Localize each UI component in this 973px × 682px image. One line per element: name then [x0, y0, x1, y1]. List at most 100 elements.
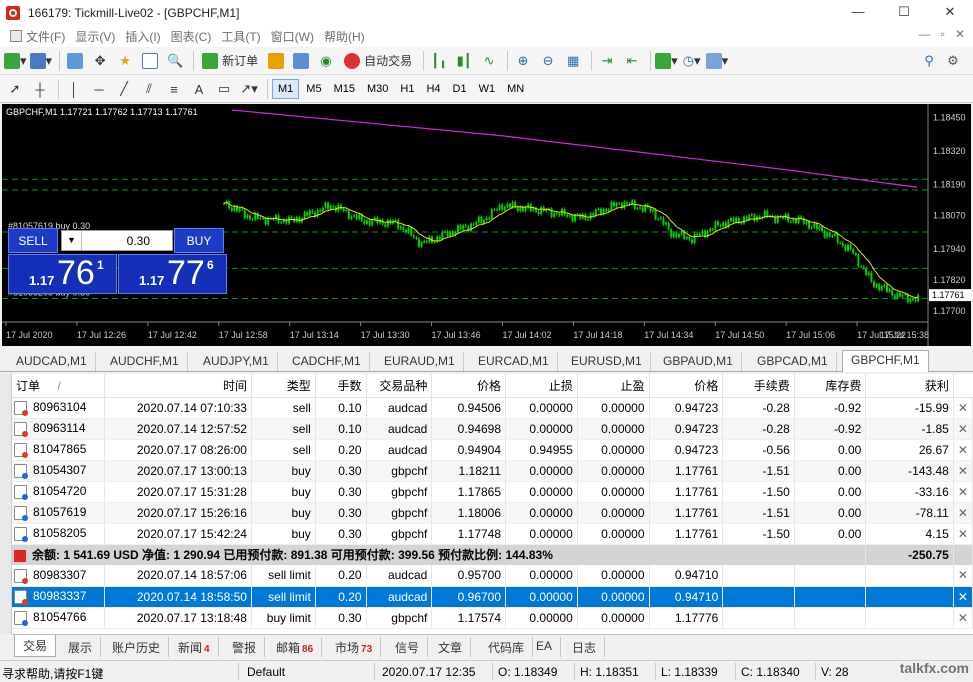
- minimize-button[interactable]: —: [835, 0, 881, 25]
- text-button[interactable]: A: [188, 78, 210, 100]
- table-row[interactable]: 81054720 2020.07.17 15:31:28 buy 0.30 gbpchf…: [12, 481, 973, 503]
- maximize-button[interactable]: ☐: [881, 0, 927, 25]
- buy-button[interactable]: BUY: [174, 228, 224, 253]
- close-order-icon[interactable]: ✕: [953, 607, 973, 629]
- autoscroll-button[interactable]: ⇥: [596, 50, 618, 72]
- toolbox-tab-0[interactable]: 交易: [14, 635, 57, 657]
- zoom-in-button[interactable]: ⊕: [512, 50, 534, 72]
- price-chart[interactable]: #81057619 buy 0.30#81054720 buy 0.30#810…: [2, 104, 971, 346]
- col-current-price[interactable]: 价格: [649, 374, 724, 398]
- toolbox-tab-5[interactable]: 邮箱 86: [268, 637, 323, 657]
- tile-windows-button[interactable]: ▦: [562, 50, 584, 72]
- crosshair-button[interactable]: ┼: [29, 78, 51, 100]
- profile-button[interactable]: [290, 50, 312, 72]
- timeframe-m15[interactable]: M15: [329, 79, 360, 99]
- chart-tab-gbpchf[interactable]: GBPCHF,M1: [842, 350, 929, 372]
- candlestick-button[interactable]: ▮┃: [453, 50, 475, 72]
- timeframe-h1[interactable]: H1: [395, 79, 419, 99]
- signals-button[interactable]: ◉: [315, 50, 337, 72]
- sell-button[interactable]: SELL: [8, 228, 58, 253]
- toolbox-tab-6[interactable]: 市场 73: [327, 637, 382, 657]
- mdi-close-button[interactable]: ✕: [955, 27, 965, 41]
- table-row[interactable]: 81058205 2020.07.17 15:42:24 buy 0.30 gbpchf…: [12, 523, 973, 545]
- timeframe-mn[interactable]: MN: [502, 79, 529, 99]
- menu-insert[interactable]: 插入(I): [125, 28, 160, 45]
- col-order[interactable]: 订单 /: [12, 374, 106, 398]
- timeframe-w1[interactable]: W1: [474, 79, 501, 99]
- toolbox-tab-2[interactable]: 账户历史: [104, 637, 170, 657]
- chart-tab-audchf[interactable]: AUDCHF,M1: [102, 352, 188, 371]
- chart-tab-gbpaud[interactable]: GBPAUD,M1: [655, 352, 742, 371]
- timeframe-m30[interactable]: M30: [362, 79, 393, 99]
- volume-input[interactable]: ▼ 0.30: [61, 230, 173, 251]
- indicators-button[interactable]: ▾: [655, 50, 678, 72]
- label-button[interactable]: ▭: [213, 78, 235, 100]
- close-order-icon[interactable]: ✕: [953, 523, 973, 545]
- trendline-button[interactable]: ╱: [113, 78, 135, 100]
- close-order-icon[interactable]: ✕: [953, 565, 973, 587]
- chart-tab-cadchf[interactable]: CADCHF,M1: [284, 352, 370, 371]
- close-order-icon[interactable]: ✕: [953, 439, 973, 461]
- chart-tab-audjpy[interactable]: AUDJPY,M1: [195, 352, 278, 371]
- vertical-line-button[interactable]: │: [63, 78, 85, 100]
- col-symbol[interactable]: 交易品种: [366, 374, 433, 398]
- settings-button[interactable]: ⚙: [942, 50, 964, 72]
- col-price[interactable]: 价格: [431, 374, 507, 398]
- chart-tab-eurusd[interactable]: EURUSD,M1: [563, 352, 651, 371]
- toolbox-tab-9[interactable]: 代码库: [480, 637, 534, 657]
- chart-tab-euraud[interactable]: EURAUD,M1: [376, 352, 464, 371]
- toolbox-tab-3[interactable]: 新闻 4: [170, 637, 219, 657]
- timeframe-m5[interactable]: M5: [301, 79, 326, 99]
- toolbox-tab-11[interactable]: 日志: [564, 637, 606, 657]
- arrow-button[interactable]: ↗ ▾: [238, 78, 260, 100]
- fibonacci-button[interactable]: ≡: [163, 78, 185, 100]
- mdi-restore-button[interactable]: ▫: [941, 27, 945, 41]
- table-row[interactable]: 81047865 2020.07.17 08:26:00 sell 0.20 audca…: [12, 439, 973, 461]
- toolbox-tab-10[interactable]: EA: [528, 637, 562, 657]
- col-sl[interactable]: 止损: [505, 374, 578, 398]
- channel-button[interactable]: ⫽: [138, 78, 160, 100]
- horizontal-line-button[interactable]: ─: [88, 78, 110, 100]
- periods-button[interactable]: ◷ ▾: [681, 50, 703, 72]
- bar-chart-button[interactable]: ┃╻: [428, 50, 450, 72]
- col-lots[interactable]: 手数: [315, 374, 367, 398]
- menu-tools[interactable]: 工具(T): [221, 28, 260, 45]
- volume-dropdown-icon[interactable]: ▼: [62, 231, 82, 250]
- timeframe-d1[interactable]: D1: [448, 79, 472, 99]
- metaeditor-button[interactable]: [265, 50, 287, 72]
- close-order-icon[interactable]: ✕: [953, 586, 973, 608]
- menu-file[interactable]: 文件(F): [10, 28, 65, 45]
- navigator-button[interactable]: ★: [114, 50, 136, 72]
- table-row[interactable]: 80963114 2020.07.14 12:57:52 sell 0.10 audca…: [12, 418, 973, 440]
- menu-charts[interactable]: 图表(C): [171, 28, 212, 45]
- table-row[interactable]: 80983307 2020.07.14 18:57:06 sell limit 0.2…: [12, 565, 973, 587]
- buy-price[interactable]: 1.17 77 6: [118, 254, 227, 294]
- chart-tab-eurcad[interactable]: EURCAD,M1: [470, 352, 558, 371]
- tester-button[interactable]: 🔍: [164, 50, 186, 72]
- close-order-icon[interactable]: ✕: [953, 460, 973, 482]
- table-row[interactable]: 81054766 2020.07.17 13:18:48 buy limit 0.30…: [12, 607, 973, 629]
- col-swap[interactable]: 库存费: [794, 374, 867, 398]
- menu-view[interactable]: 显示(V): [75, 28, 115, 45]
- line-chart-button[interactable]: ∿: [478, 50, 500, 72]
- sell-price[interactable]: 1.17 76 1: [8, 254, 117, 294]
- close-order-icon[interactable]: ✕: [953, 481, 973, 503]
- templates-button[interactable]: ▾: [705, 50, 728, 72]
- profiles-button[interactable]: ▾: [29, 50, 52, 72]
- col-time[interactable]: 时间: [104, 374, 252, 398]
- close-button[interactable]: ✕: [927, 0, 973, 25]
- timeframe-m1[interactable]: M1: [272, 79, 300, 99]
- cursor-button[interactable]: ➚: [4, 78, 26, 100]
- menu-help[interactable]: 帮助(H): [324, 28, 365, 45]
- chart-shift-button[interactable]: ⇤: [621, 50, 643, 72]
- col-type[interactable]: 类型: [251, 374, 316, 398]
- col-profit[interactable]: 获利: [865, 374, 954, 398]
- table-row[interactable]: 80983337 2020.07.14 18:58:50 sell limit 0.2…: [12, 586, 973, 608]
- auto-trading-button[interactable]: 自动交易: [340, 50, 416, 72]
- toolbox-tab-4[interactable]: 警报: [224, 637, 266, 657]
- table-row[interactable]: 81054307 2020.07.17 13:00:13 buy 0.30 gbpchf…: [12, 460, 973, 482]
- toolbox-tab-7[interactable]: 信号: [387, 637, 429, 657]
- col-tp[interactable]: 止盈: [577, 374, 650, 398]
- toolbox-tab-8[interactable]: 文章: [430, 637, 472, 657]
- table-row[interactable]: 81057619 2020.07.17 15:26:16 buy 0.30 gbpchf…: [12, 502, 973, 524]
